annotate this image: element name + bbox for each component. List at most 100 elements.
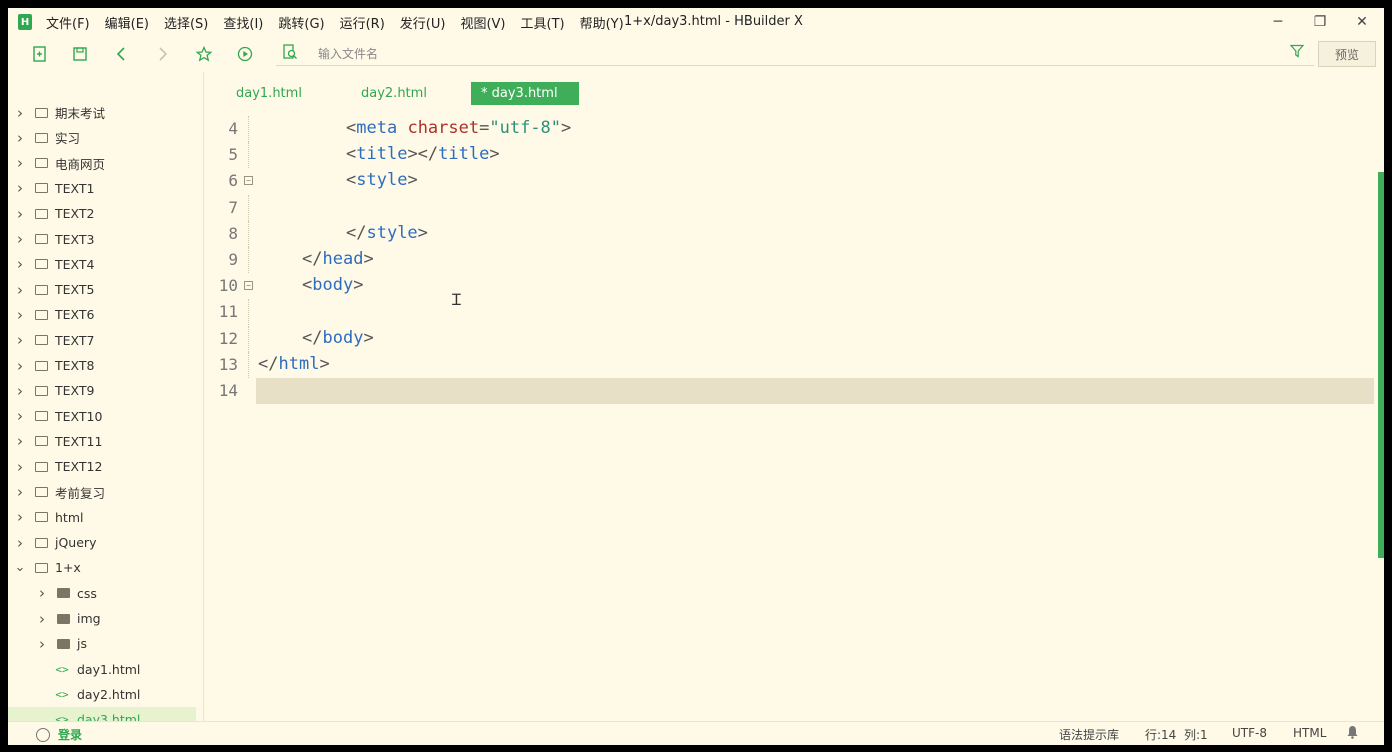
code-line[interactable]: 6− <style> [206, 168, 1374, 194]
menu-item[interactable]: 帮助(Y) [580, 13, 624, 32]
menu-item[interactable]: 视图(V) [460, 13, 505, 32]
chevron-right-icon[interactable]: › [14, 508, 26, 526]
menu-item[interactable]: 跳转(G) [278, 13, 324, 32]
chevron-right-icon[interactable]: › [14, 382, 26, 400]
menu-item[interactable]: 运行(R) [340, 13, 385, 32]
menu-item[interactable]: 选择(S) [164, 13, 208, 32]
tree-folder-item[interactable]: › TEXT11 [8, 429, 196, 454]
syntax-library-button[interactable]: 语法提示库 [1059, 726, 1119, 743]
code-line[interactable]: 5 <title></title> [206, 142, 1374, 169]
forward-icon[interactable] [152, 44, 172, 64]
tree-folder-item[interactable]: › 考前复习 [8, 480, 196, 505]
chevron-right-icon[interactable]: › [14, 306, 26, 324]
chevron-right-icon[interactable]: › [14, 407, 26, 425]
tree-folder-item[interactable]: › TEXT5 [8, 277, 196, 302]
folder-icon [35, 537, 48, 548]
code-line[interactable]: 11 [206, 299, 1374, 326]
close-icon[interactable]: ✕ [1342, 8, 1382, 36]
folder-icon [35, 487, 48, 497]
chevron-right-icon[interactable]: › [14, 179, 26, 197]
encoding-indicator[interactable]: UTF-8 [1232, 726, 1267, 740]
menu-item[interactable]: 工具(T) [521, 13, 565, 32]
language-mode[interactable]: HTML [1293, 726, 1326, 740]
filter-icon[interactable] [1289, 44, 1305, 62]
menu-item[interactable]: 查找(I) [223, 13, 263, 32]
restore-icon[interactable]: ❐ [1300, 8, 1340, 36]
toolbar [8, 38, 1384, 70]
chevron-right-icon[interactable]: › [14, 432, 26, 450]
tree-folder-item[interactable]: › TEXT12 [8, 454, 196, 479]
chevron-down-icon[interactable]: ⌄ [14, 560, 26, 575]
tree-folder-item[interactable]: ⌄ 1+x [8, 555, 196, 580]
tree-folder-item[interactable]: › img [8, 606, 196, 631]
chevron-right-icon[interactable]: › [14, 205, 26, 223]
code-line[interactable]: 13 </html> [206, 351, 1374, 378]
code-line[interactable]: 7 [206, 194, 1374, 221]
star-icon[interactable] [194, 44, 214, 64]
tree-folder-item[interactable]: › js [8, 631, 196, 656]
line-number: 7 [228, 197, 238, 217]
chevron-right-icon[interactable]: › [14, 534, 26, 552]
code-line[interactable]: 8 </style> [206, 220, 1374, 247]
file-search-input[interactable] [276, 46, 1314, 61]
chevron-right-icon[interactable]: › [14, 154, 26, 172]
vertical-scrollbar[interactable] [1378, 172, 1384, 558]
editor-tab[interactable]: day2.html [351, 82, 451, 105]
tree-folder-item[interactable]: › TEXT8 [8, 353, 196, 378]
chevron-right-icon[interactable]: › [14, 458, 26, 476]
new-file-icon[interactable] [30, 44, 50, 64]
chevron-right-icon[interactable]: › [36, 610, 48, 628]
run-icon[interactable] [235, 44, 255, 64]
chevron-right-icon[interactable]: › [14, 281, 26, 299]
tree-folder-item[interactable]: › css [8, 581, 196, 606]
preview-button[interactable]: 预览 [1318, 41, 1376, 67]
tree-file-item[interactable]: <> day2.html [8, 682, 196, 707]
tree-folder-item[interactable]: › 电商网页 [8, 151, 196, 176]
editor-tab[interactable]: * day3.html [471, 82, 579, 105]
code-line[interactable]: 4 <meta charset="utf-8"> [206, 116, 1374, 142]
menu-item[interactable]: 文件(F) [46, 13, 90, 32]
tree-folder-item[interactable]: › html [8, 505, 196, 530]
editor-tab[interactable]: day1.html [226, 82, 326, 105]
tree-file-item[interactable]: <> day1.html [8, 657, 196, 682]
chevron-right-icon[interactable]: › [14, 230, 26, 248]
tree-folder-item[interactable]: › TEXT4 [8, 252, 196, 277]
fold-toggle-icon[interactable]: − [244, 281, 253, 291]
minimize-icon[interactable]: ─ [1258, 8, 1298, 36]
login-button[interactable]: 登录 [36, 726, 82, 743]
tree-folder-item[interactable]: › 实习 [8, 125, 196, 150]
chevron-right-icon[interactable]: › [14, 104, 26, 122]
back-icon[interactable] [112, 44, 132, 64]
chevron-right-icon[interactable]: › [14, 331, 26, 349]
chevron-right-icon[interactable]: › [14, 357, 26, 375]
tree-folder-item[interactable]: › TEXT10 [8, 404, 196, 429]
file-search-box[interactable] [276, 42, 1314, 66]
code-line[interactable]: 10− <body> [206, 273, 1374, 299]
tree-folder-item[interactable]: › TEXT1 [8, 176, 196, 201]
save-icon[interactable] [70, 44, 90, 64]
folder-icon [35, 158, 48, 169]
cursor-position[interactable]: 行:14 列:1 [1145, 726, 1208, 743]
chevron-right-icon[interactable]: › [14, 483, 26, 501]
line-number: 10 [218, 276, 238, 296]
menu-item[interactable]: 发行(U) [400, 13, 446, 32]
code-line[interactable]: 14 [219, 378, 1374, 404]
chevron-right-icon[interactable]: › [36, 584, 48, 602]
tree-item-label: TEXT8 [55, 358, 95, 373]
tree-folder-item[interactable]: › TEXT9 [8, 378, 196, 403]
fold-toggle-icon[interactable]: − [244, 176, 253, 186]
chevron-right-icon[interactable]: › [14, 255, 26, 273]
chevron-right-icon[interactable]: › [14, 129, 26, 147]
tree-folder-item[interactable]: › 期末考试 [8, 100, 196, 125]
tree-folder-item[interactable]: › TEXT3 [8, 227, 196, 252]
code-line[interactable]: 9 </head> [206, 247, 1374, 273]
code-line[interactable]: 12 </body> [206, 325, 1374, 352]
tree-folder-item[interactable]: › TEXT2 [8, 201, 196, 226]
tree-file-item[interactable]: <> day3.html [8, 707, 196, 721]
chevron-right-icon[interactable]: › [36, 635, 48, 653]
tree-folder-item[interactable]: › TEXT6 [8, 302, 196, 327]
tree-folder-item[interactable]: › jQuery [8, 530, 196, 555]
menu-item[interactable]: 编辑(E) [105, 13, 149, 32]
notification-bell-icon[interactable] [1346, 725, 1359, 743]
tree-folder-item[interactable]: › TEXT7 [8, 328, 196, 353]
